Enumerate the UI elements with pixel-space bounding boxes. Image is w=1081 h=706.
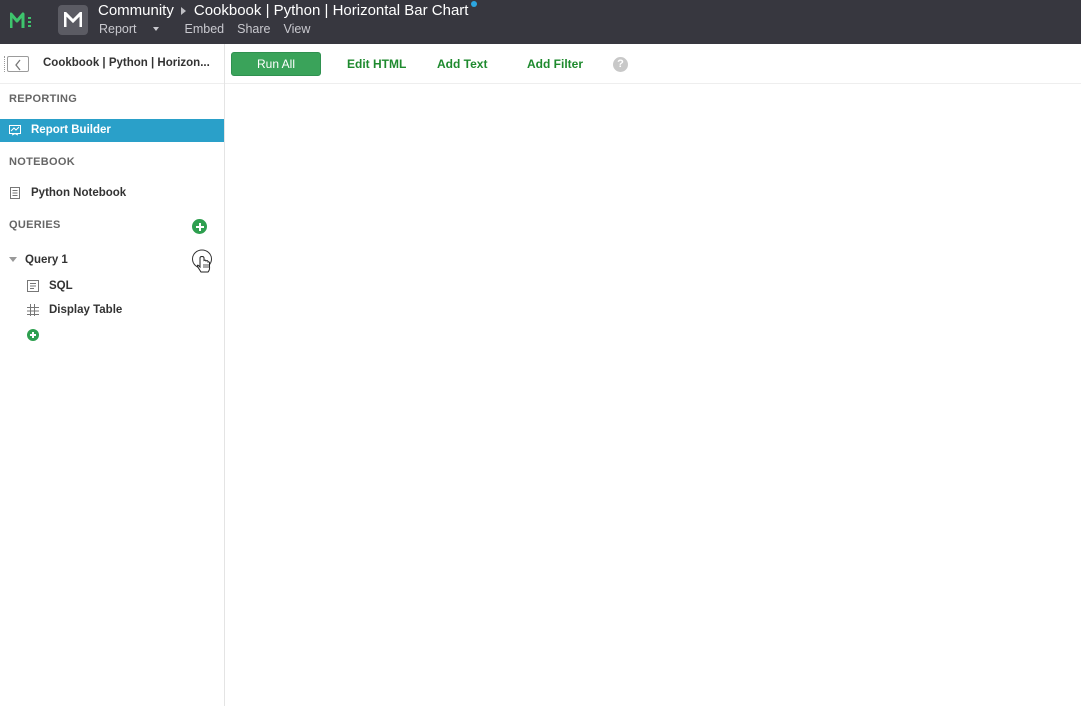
sidebar-item-label: Report Builder xyxy=(31,124,111,136)
report-menu: Report Embed Share View xyxy=(99,22,323,36)
unsaved-indicator-icon xyxy=(471,0,478,7)
sidebar-item-label: Python Notebook xyxy=(31,187,127,199)
sidebar: Cookbook | Python | Horizon... REPORTING… xyxy=(0,44,225,706)
notebook-icon xyxy=(10,187,20,199)
add-filter-button[interactable]: Add Filter xyxy=(527,57,583,71)
sidebar-report-title: Cookbook | Python | Horizon... xyxy=(43,57,210,69)
queries-section-label: QUERIES xyxy=(9,219,61,231)
mode-logo-icon[interactable] xyxy=(9,10,38,32)
report-builder-icon xyxy=(9,125,21,136)
table-icon xyxy=(27,304,39,316)
notebook-section-label: NOTEBOOK xyxy=(9,156,75,168)
report-avatar-icon[interactable] xyxy=(58,5,88,35)
menu-share[interactable]: Share xyxy=(237,22,270,36)
query-item-label: Display Table xyxy=(49,304,123,316)
run-all-button[interactable]: Run All xyxy=(231,52,321,76)
reporting-section-label: REPORTING xyxy=(9,93,78,105)
menu-embed[interactable]: Embed xyxy=(185,22,225,36)
sidebar-item-report-builder[interactable]: Report Builder xyxy=(0,119,224,142)
caret-down-icon[interactable] xyxy=(9,257,17,262)
report-canvas[interactable] xyxy=(225,85,1081,706)
add-visualization-button[interactable] xyxy=(27,329,39,341)
query-sql-item[interactable]: SQL xyxy=(0,275,224,297)
pointer-hand-cursor-icon xyxy=(192,249,212,273)
query-name: Query 1 xyxy=(25,254,68,266)
sql-editor-icon xyxy=(27,280,39,292)
add-query-button[interactable] xyxy=(192,219,207,234)
menu-report[interactable]: Report xyxy=(99,22,172,36)
breadcrumb: Community Cookbook | Python | Horizontal… xyxy=(98,0,478,19)
chevron-down-icon xyxy=(152,27,159,31)
breadcrumb-separator-icon xyxy=(180,6,186,15)
sidebar-item-python-notebook[interactable]: Python Notebook xyxy=(0,182,224,205)
menu-report-label: Report xyxy=(99,22,137,36)
sidebar-header: Cookbook | Python | Horizon... xyxy=(0,44,224,84)
report-title[interactable]: Cookbook | Python | Horizontal Bar Chart xyxy=(194,2,469,19)
query-display-table-item[interactable]: Display Table xyxy=(0,299,224,321)
menu-view[interactable]: View xyxy=(284,22,311,36)
report-toolbar: Run All Edit HTML Add Text Add Filter ? xyxy=(225,44,1081,84)
edit-html-button[interactable]: Edit HTML xyxy=(347,57,406,71)
query-item-label: SQL xyxy=(49,280,73,292)
breadcrumb-community[interactable]: Community xyxy=(98,2,174,19)
collapse-sidebar-button[interactable] xyxy=(4,56,29,72)
add-text-button[interactable]: Add Text xyxy=(437,57,487,71)
top-bar: Community Cookbook | Python | Horizontal… xyxy=(0,0,1081,44)
help-icon[interactable]: ? xyxy=(613,57,628,72)
chevron-left-icon xyxy=(15,59,21,71)
